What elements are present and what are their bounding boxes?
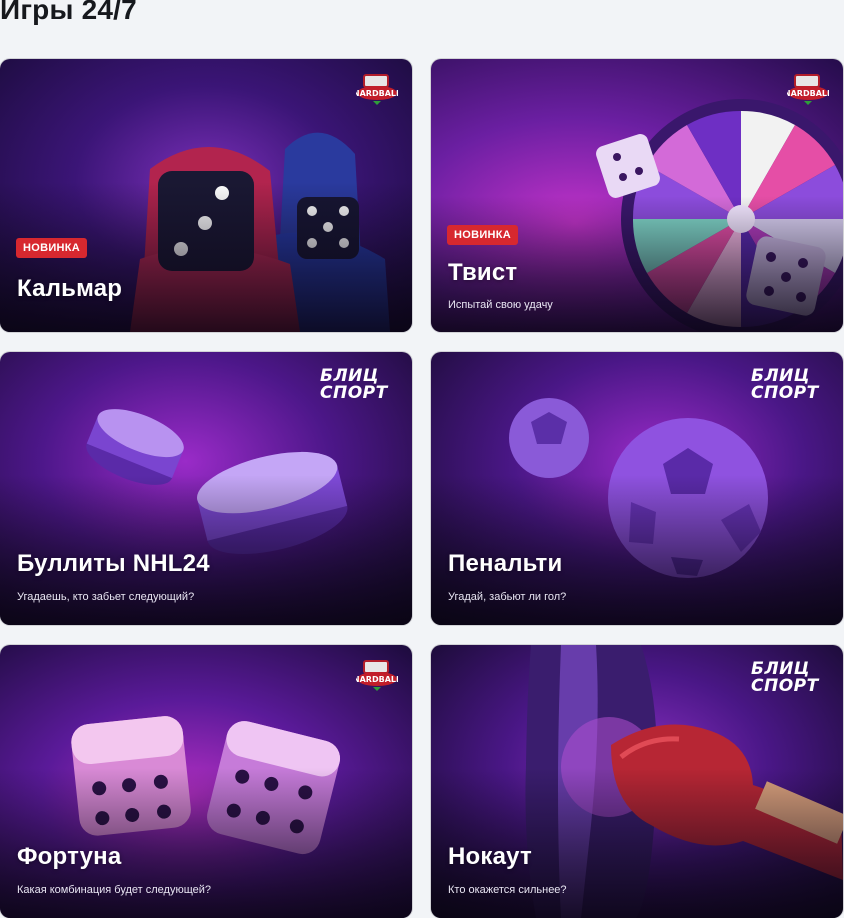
game-card-subtitle: Испытай свою удачу [448, 299, 553, 311]
blitz-sport-logo-line2: СПОРТ [320, 383, 388, 403]
game-card-nokaut[interactable]: БЛИЦ СПОРТ Нокаут Кто окажется сильнее? [431, 645, 843, 918]
nardball-logo: NARDBALL [356, 74, 398, 105]
new-badge: НОВИНКА [447, 225, 519, 245]
games-grid: NARDBALL НОВИНКА Кальмар [0, 59, 844, 918]
blitz-sport-logo: БЛИЦ СПОРТ [751, 368, 821, 402]
page-title: Игры 24/7 [0, 0, 137, 25]
blitz-sport-logo: БЛИЦ СПОРТ [320, 368, 390, 402]
blitz-sport-logo-line2: СПОРТ [751, 383, 819, 403]
game-card-kalmar[interactable]: NARDBALL НОВИНКА Кальмар [0, 59, 412, 332]
game-card-subtitle: Угадаешь, кто забьет следующий? [17, 591, 195, 603]
nardball-logo: NARDBALL [356, 660, 398, 691]
game-card-title: Буллиты NHL24 [17, 550, 210, 577]
blitz-sport-logo-line2: СПОРТ [751, 676, 819, 696]
nardball-logo-text: NARDBALL [356, 675, 398, 684]
game-card-fortuna[interactable]: NARDBALL Фортуна Какая комбинация будет … [0, 645, 412, 918]
nardball-logo: NARDBALL [787, 74, 829, 105]
game-card-bullity-nhl24[interactable]: БЛИЦ СПОРТ Буллиты NHL24 Угадаешь, кто з… [0, 352, 412, 625]
game-card-subtitle: Угадай, забьют ли гол? [448, 591, 567, 603]
game-card-twist[interactable]: NARDBALL НОВИНКА Твист Испытай свою удач… [431, 59, 843, 332]
game-card-penalty[interactable]: БЛИЦ СПОРТ Пенальти Угадай, забьют ли го… [431, 352, 843, 625]
game-card-title: Нокаут [448, 843, 532, 870]
game-card-subtitle: Кто окажется сильнее? [448, 884, 567, 896]
game-card-title: Пенальти [448, 550, 563, 577]
new-badge: НОВИНКА [16, 238, 88, 258]
nardball-logo-text: NARDBALL [356, 89, 398, 98]
blitz-sport-logo: БЛИЦ СПОРТ [751, 661, 821, 695]
game-card-subtitle: Какая комбинация будет следующей? [17, 884, 212, 896]
nardball-logo-text: NARDBALL [787, 89, 829, 98]
game-card-title: Фортуна [17, 843, 122, 870]
game-card-title: Кальмар [17, 275, 123, 302]
game-card-title: Твист [448, 259, 518, 286]
